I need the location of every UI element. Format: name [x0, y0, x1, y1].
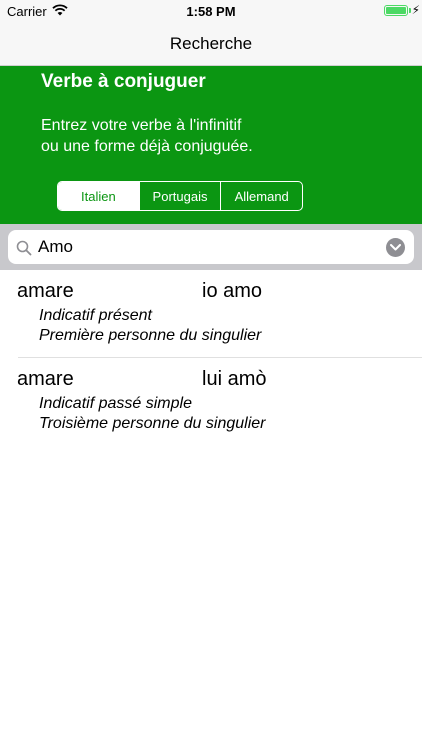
language-tab-italien[interactable]: Italien: [58, 182, 139, 210]
header-description: Entrez votre verbe à l'infinitif ou une …: [41, 117, 253, 155]
chevron-down-glyph: [390, 244, 401, 251]
language-selector: Italien Portugais Allemand: [57, 181, 303, 211]
battery-icon: [384, 5, 408, 16]
language-tab-label: Portugais: [152, 188, 208, 204]
result-person: Troisième personne du singulier: [39, 415, 266, 432]
result-conjugated-form: io amo: [202, 280, 263, 302]
page-title: Recherche: [169, 34, 253, 53]
status-bar: Carrier 1:58 PM ⚡: [0, 0, 422, 22]
result-row-content: amare lui amò Indicatif passé simple Tro…: [0, 358, 422, 444]
clock: 1:58 PM: [186, 4, 236, 19]
result-person: Première personne du singulier: [39, 327, 262, 344]
result-infinitive: amare: [17, 368, 74, 390]
search-bar: [0, 224, 422, 270]
navigation-bar: Recherche: [0, 22, 422, 66]
result-row[interactable]: amare lui amò Indicatif passé simple Tro…: [17, 357, 422, 444]
search-input[interactable]: [38, 236, 378, 258]
battery-fill: [386, 7, 406, 14]
result-mood: Indicatif présent: [39, 307, 152, 324]
results-list: amare io amo Indicatif présent Première …: [0, 270, 422, 444]
chevron-down-icon[interactable]: [386, 238, 405, 257]
language-tab-allemand[interactable]: Allemand: [220, 182, 302, 210]
result-infinitive: amare: [17, 280, 74, 302]
language-tab-label: Italien: [80, 188, 116, 204]
result-row[interactable]: amare io amo Indicatif présent Première …: [0, 270, 422, 357]
result-row-content: amare io amo Indicatif présent Première …: [0, 270, 422, 357]
language-tab-label: Allemand: [234, 188, 289, 204]
result-mood: Indicatif passé simple: [39, 395, 192, 412]
language-tab-portugais[interactable]: Portugais: [138, 182, 221, 210]
search-icon: [16, 240, 32, 256]
search-field-container: [8, 230, 414, 264]
header-title: Verbe à conjuguer: [41, 71, 206, 92]
verb-header: Verbe à conjuguer Entrez votre verbe à l…: [0, 66, 422, 224]
charging-icon: ⚡: [411, 3, 420, 17]
result-conjugated-form: lui amò: [202, 368, 267, 390]
